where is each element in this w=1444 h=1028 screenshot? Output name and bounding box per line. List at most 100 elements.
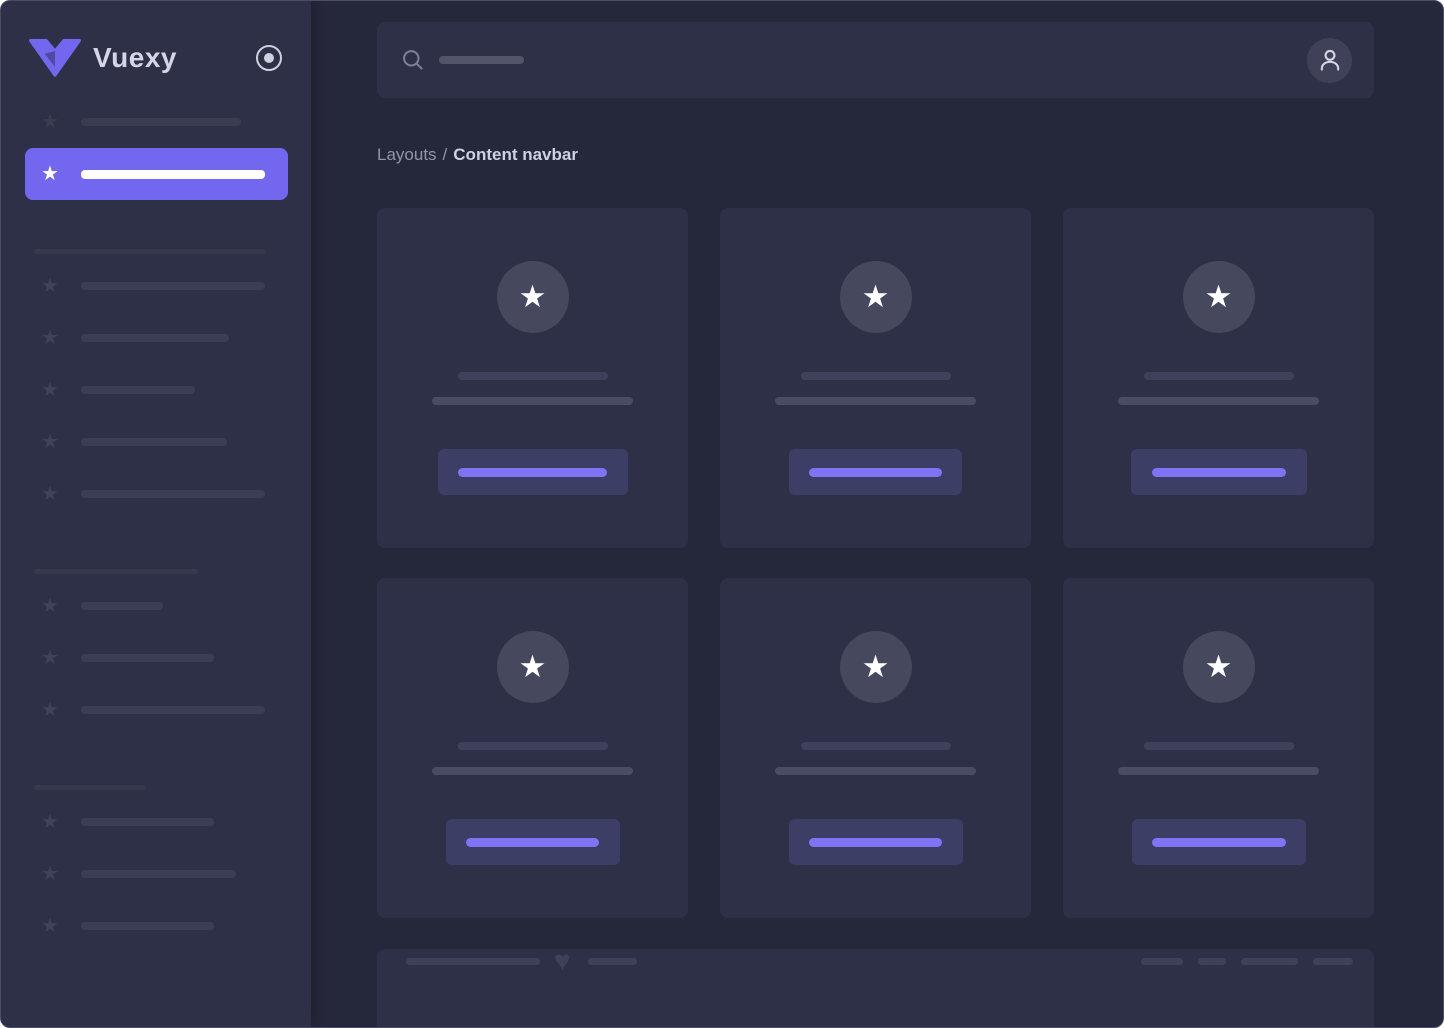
skeleton-line	[1144, 372, 1294, 380]
skeleton-bar	[81, 818, 214, 826]
skeleton-bar	[34, 249, 265, 254]
radio-dot	[264, 53, 274, 63]
search-input[interactable]	[401, 48, 524, 72]
breadcrumb-section[interactable]: Layouts	[377, 145, 437, 165]
sidebar-item[interactable]: ★	[1, 900, 311, 952]
card: ★	[1063, 208, 1374, 548]
card-avatar: ★	[497, 631, 569, 703]
skeleton-bar	[1241, 958, 1298, 965]
star-icon: ★	[1205, 651, 1233, 682]
card-avatar: ★	[497, 261, 569, 333]
card-button-skeleton[interactable]	[446, 819, 620, 865]
sidebar-item[interactable]: ★	[1, 312, 311, 364]
card-avatar: ★	[840, 631, 912, 703]
star-icon: ★	[41, 812, 65, 832]
footer: ♥	[377, 949, 1374, 1028]
star-icon: ★	[41, 432, 65, 452]
skeleton-line	[1118, 767, 1319, 775]
sidebar-item[interactable]: ★	[1, 796, 311, 848]
sidebar-menu: ★ ★ ★ ★ ★ ★ ★ ★ ★ ★ ★ ★ ★	[1, 77, 311, 952]
sidebar-item[interactable]: ★	[1, 260, 311, 312]
top-navbar	[377, 22, 1374, 98]
card: ★	[720, 208, 1031, 548]
star-icon: ★	[41, 648, 65, 668]
star-icon: ★	[41, 596, 65, 616]
skeleton-bar	[1152, 838, 1286, 847]
star-icon: ★	[41, 164, 65, 184]
skeleton-line	[801, 372, 951, 380]
skeleton-bar	[81, 706, 265, 714]
star-icon: ★	[41, 484, 65, 504]
skeleton-bar	[81, 922, 214, 930]
skeleton-bar	[1313, 958, 1353, 965]
radio-circle-icon[interactable]	[256, 45, 282, 71]
skeleton-bar	[34, 785, 146, 790]
card-button-skeleton[interactable]	[789, 449, 962, 495]
sidebar-item[interactable]: ★	[1, 632, 311, 684]
breadcrumb-separator: /	[443, 145, 448, 165]
sidebar-header: Vuexy	[1, 1, 311, 77]
star-icon: ★	[41, 700, 65, 720]
breadcrumb: Layouts / Content navbar	[377, 145, 1374, 165]
brand-title: Vuexy	[93, 42, 177, 74]
card-button-skeleton[interactable]	[1131, 449, 1307, 495]
skeleton-bar	[81, 118, 241, 126]
card-avatar: ★	[840, 261, 912, 333]
skeleton-bar	[1198, 958, 1226, 965]
sidebar-item[interactable]: ★	[1, 580, 311, 632]
search-placeholder-skeleton	[439, 56, 524, 64]
heart-icon: ♥	[554, 949, 571, 973]
sidebar-item[interactable]: ★	[1, 684, 311, 736]
sidebar-item[interactable]: ★	[1, 416, 311, 468]
skeleton-bar	[81, 602, 163, 610]
sidebar-item-active[interactable]: ★	[25, 148, 288, 200]
sidebar-item[interactable]: ★	[1, 468, 311, 520]
star-icon: ★	[862, 651, 890, 682]
star-icon: ★	[41, 276, 65, 296]
skeleton-line	[775, 767, 976, 775]
user-icon	[1316, 46, 1344, 74]
card: ★	[377, 208, 688, 548]
sidebar-item[interactable]: ★	[1, 364, 311, 416]
footer-content: ♥	[377, 949, 1374, 973]
avatar[interactable]	[1307, 38, 1352, 83]
app-window: Vuexy ★★★★★★★★★★★★★ L	[0, 0, 1444, 1028]
card: ★	[720, 578, 1031, 918]
skeleton-bar	[81, 334, 229, 342]
skeleton-bar	[81, 870, 236, 878]
star-icon: ★	[41, 328, 65, 348]
skeleton-bar	[809, 468, 942, 477]
skeleton-line	[775, 397, 976, 405]
card-avatar: ★	[1183, 631, 1255, 703]
star-icon: ★	[41, 916, 65, 936]
footer-right-group	[1141, 958, 1353, 965]
card-grid: ★ ★ ★ ★ ★ ★	[377, 208, 1374, 918]
star-icon: ★	[41, 112, 65, 132]
card-button-skeleton[interactable]	[789, 819, 963, 865]
card: ★	[377, 578, 688, 918]
skeleton-line	[458, 372, 608, 380]
sidebar-item[interactable]: ★	[1, 96, 311, 148]
star-icon: ★	[41, 864, 65, 884]
card: ★	[1063, 578, 1374, 918]
card-avatar: ★	[1183, 261, 1255, 333]
vuexy-logo-icon	[29, 39, 81, 77]
skeleton-line	[1144, 742, 1294, 750]
card-button-skeleton[interactable]	[1132, 819, 1306, 865]
star-icon: ★	[519, 651, 547, 682]
star-icon: ★	[862, 281, 890, 312]
skeleton-bar	[81, 654, 214, 662]
skeleton-line	[432, 767, 633, 775]
skeleton-bar	[81, 282, 265, 290]
skeleton-bar	[34, 569, 198, 574]
skeleton-bar	[458, 468, 607, 477]
star-icon: ★	[41, 380, 65, 400]
skeleton-bar	[588, 958, 637, 965]
skeleton-bar	[1141, 958, 1183, 965]
search-icon	[401, 48, 425, 72]
skeleton-line	[458, 742, 608, 750]
skeleton-bar	[81, 386, 195, 394]
sidebar-item[interactable]: ★	[1, 848, 311, 900]
card-button-skeleton[interactable]	[438, 449, 628, 495]
skeleton-line	[432, 397, 633, 405]
